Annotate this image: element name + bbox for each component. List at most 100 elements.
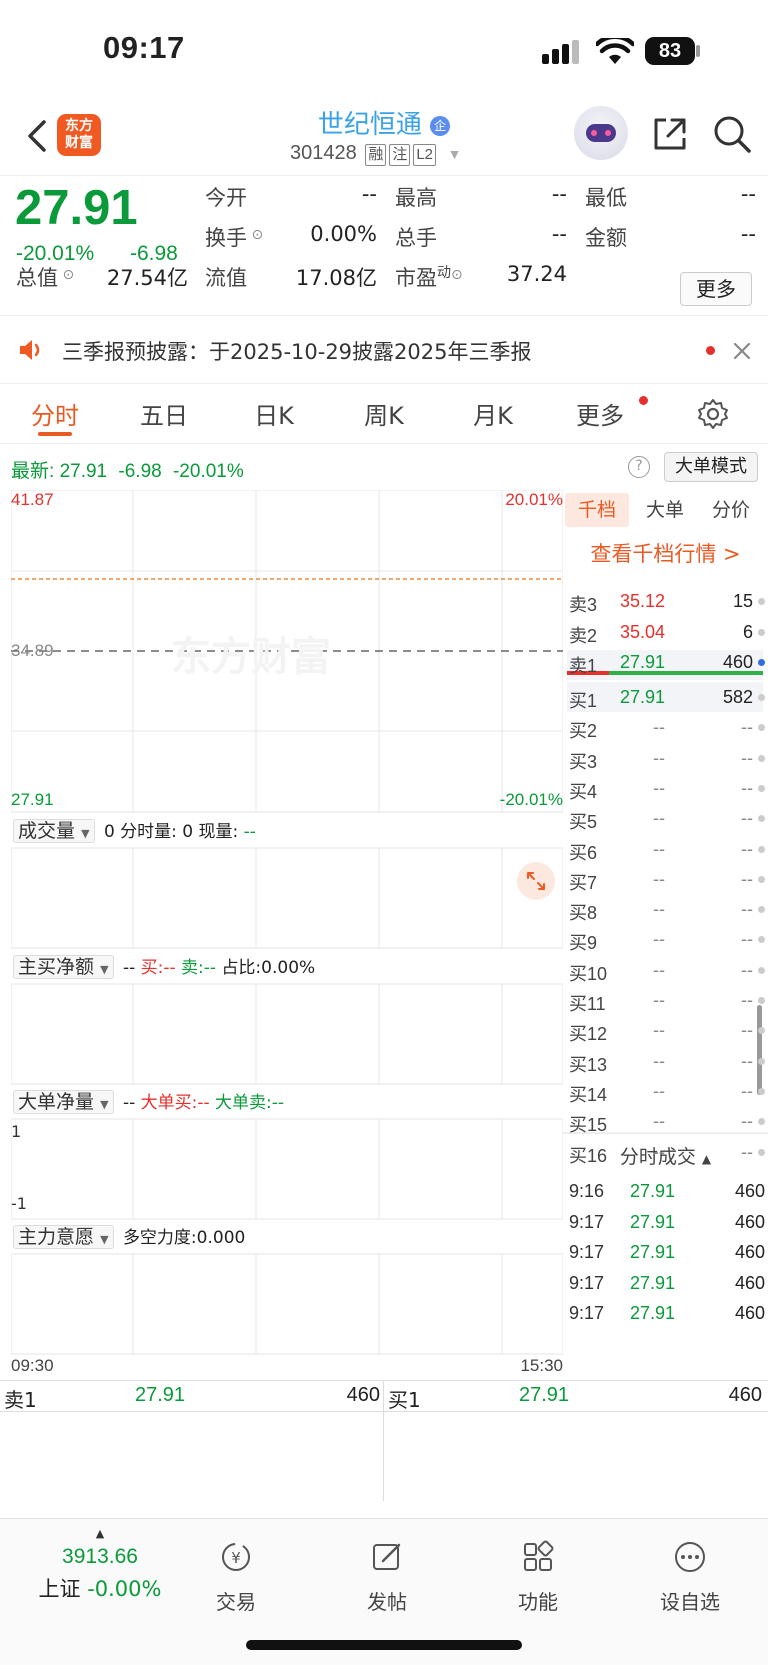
tab-monthly-k[interactable]: 月K — [443, 396, 543, 431]
order-dot-icon — [758, 966, 765, 974]
help-icon[interactable]: ? — [628, 456, 650, 478]
y-axis-bottom-label: 27.91 — [11, 790, 54, 809]
bid-price: -- — [653, 747, 665, 768]
caret-down-icon: ▼ — [100, 1098, 109, 1111]
bid-price: -- — [653, 929, 665, 950]
stat-label-low: 最低 — [585, 186, 627, 210]
order-dot-icon — [758, 1057, 765, 1065]
bid-row[interactable]: 买1 27.91 582 — [569, 682, 765, 714]
more-stats-button[interactable]: 更多 — [680, 272, 752, 306]
bid-label: 买4 — [569, 781, 598, 802]
ai-assistant-avatar[interactable] — [574, 106, 628, 160]
bid-row[interactable]: 买8 -- -- — [569, 894, 765, 926]
bid-row[interactable]: 买14 -- -- — [569, 1076, 765, 1108]
bid-row[interactable]: 买4 -- -- — [569, 773, 765, 805]
tab-weekly-k[interactable]: 周K — [334, 396, 434, 431]
bid-vol: -- — [741, 990, 753, 1010]
order-dot-icon — [758, 724, 765, 732]
tick-vol: 460 — [734, 1242, 765, 1262]
stat-label-total-cap[interactable]: 总值 ⊙ — [16, 262, 74, 292]
info-dots-icon: ⊙ — [451, 267, 463, 283]
bid-row[interactable]: 买10 -- -- — [569, 955, 765, 987]
bid-row[interactable]: 买9 -- -- — [569, 924, 765, 956]
index-ticker[interactable]: ▲ 3913.66 上证 -0.00% — [20, 1528, 180, 1603]
expand-icon[interactable] — [517, 862, 555, 900]
wifi-icon — [596, 38, 634, 64]
share-icon[interactable] — [650, 114, 690, 154]
ask-row[interactable]: 卖3 35.12 15 — [569, 586, 765, 618]
signal-icon — [542, 40, 579, 64]
bid-row[interactable]: 买3 -- -- — [569, 743, 765, 775]
book-tab-price[interactable]: 分价 — [699, 493, 763, 527]
tab-more[interactable]: 更多 — [550, 396, 650, 431]
tick-vol: 460 — [734, 1211, 765, 1232]
bid-vol: -- — [741, 808, 753, 829]
bid-price: -- — [653, 808, 665, 829]
tick-time: 9:16 — [569, 1181, 605, 1201]
bid-label: 买6 — [569, 842, 598, 863]
order-dot-icon — [758, 1148, 765, 1156]
bid-row[interactable]: 买11 -- -- — [569, 985, 765, 1017]
book-tab-thousand[interactable]: 千档 — [565, 493, 629, 527]
bid-label: 买12 — [569, 1024, 608, 1045]
latest-line: 最新: 27.91 -6.98 -20.01% — [11, 461, 244, 482]
bid-vol: 582 — [722, 687, 753, 707]
order-dot-icon — [758, 659, 765, 666]
close-icon[interactable] — [733, 342, 751, 360]
stat-value-high: -- — [551, 182, 567, 206]
bid-row[interactable]: 买7 -- -- — [569, 864, 765, 896]
tab-daily-k[interactable]: 日K — [224, 396, 324, 431]
level1-buy-label: 买1 — [388, 1388, 421, 1412]
bid-row[interactable]: 买2 -- -- — [569, 712, 765, 744]
bid-price: -- — [653, 777, 665, 798]
nav-functions[interactable]: 功能 — [478, 1539, 598, 1615]
nav-add-watchlist[interactable]: 设自选 — [630, 1539, 750, 1615]
order-dot-icon — [758, 1027, 765, 1035]
settings-gear-icon[interactable] — [697, 398, 729, 430]
stock-code-row[interactable]: 301428 融注 L2 ▼ — [290, 142, 461, 166]
tab-five-day[interactable]: 五日 — [114, 396, 214, 431]
ask-row[interactable]: 卖2 35.04 6 — [569, 617, 765, 649]
big-order-mode-button[interactable]: 大单模式 — [664, 452, 758, 482]
bid-row[interactable]: 买5 -- -- — [569, 803, 765, 835]
ask-vol: 15 — [732, 591, 753, 611]
volume-selector[interactable]: 成交量 ▼ — [13, 819, 95, 843]
book-tab-big-order[interactable]: 大单 — [633, 493, 697, 527]
tag-margin: 融 — [365, 144, 387, 166]
view-full-book-link[interactable]: 查看千档行情 > — [563, 538, 768, 568]
main-force-selector[interactable]: 主力意愿 ▼ — [13, 1225, 114, 1249]
bid-row[interactable]: 买16 -- -- — [569, 1137, 765, 1169]
search-icon[interactable] — [712, 114, 752, 154]
stat-value-total-cap: 27.54亿 — [106, 266, 188, 290]
nav-post[interactable]: 发帖 — [327, 1539, 447, 1615]
order-dot-icon — [758, 694, 765, 701]
bid-price: -- — [653, 1111, 665, 1132]
order-dot-icon — [758, 936, 765, 944]
bid-row[interactable]: 买13 -- -- — [569, 1046, 765, 1078]
unread-dot — [706, 346, 715, 355]
bid-label: 买3 — [569, 751, 598, 772]
svg-text:¥: ¥ — [231, 1549, 241, 1567]
bid-vol: -- — [741, 777, 753, 798]
intraday-chart[interactable]: 东方财富 41.87 20.01% 34.89 27.91 -20.01% 成交… — [11, 490, 563, 1380]
net-buy-selector[interactable]: 主买净额 ▼ — [13, 955, 114, 979]
ask-price: 35.04 — [619, 621, 665, 642]
bid-vol: -- — [741, 717, 753, 738]
big-order-selector[interactable]: 大单净量 ▼ — [13, 1090, 114, 1114]
stat-label-pe[interactable]: 市盈动⊙ — [395, 262, 463, 292]
tab-intraday[interactable]: 分时 — [5, 396, 105, 431]
bid-label: 买10 — [569, 963, 608, 984]
stat-label-turnover[interactable]: 换手 ⊙ — [205, 222, 263, 252]
stat-label-open: 今开 — [205, 186, 247, 210]
bid-row[interactable]: 买12 -- -- — [569, 1015, 765, 1047]
nav-trade[interactable]: ¥ 交易 — [176, 1539, 296, 1615]
level1-buy-price: 27.91 — [519, 1384, 570, 1406]
bid-row[interactable]: 买15 -- -- — [569, 1106, 765, 1138]
ask-row[interactable]: 卖1 27.91 460 — [569, 647, 765, 679]
bid-row[interactable]: 买6 -- -- — [569, 834, 765, 866]
order-dot-icon — [758, 906, 765, 914]
ask-vol: 460 — [722, 652, 753, 672]
notice-banner[interactable]: 三季报预披露：于2025-10-29披露2025年三季报 — [0, 318, 768, 384]
bid-vol: -- — [741, 1111, 753, 1132]
level1-divider — [383, 1381, 384, 1501]
